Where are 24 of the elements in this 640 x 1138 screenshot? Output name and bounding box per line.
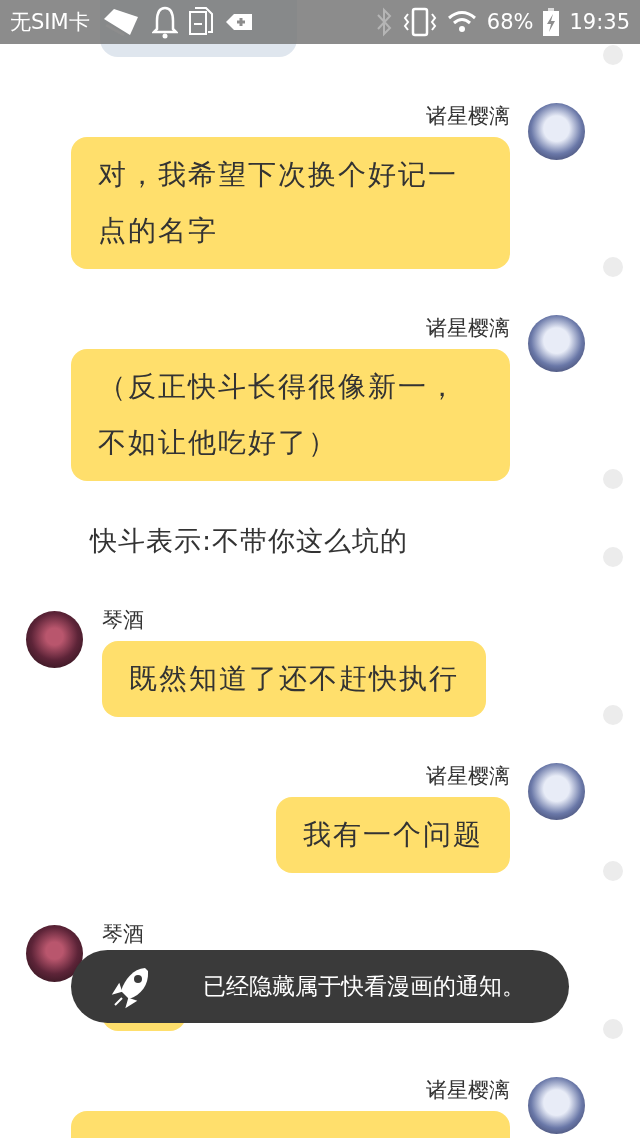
avatar-image[interactable] (26, 925, 83, 982)
document-icon (187, 6, 214, 38)
wifi-icon (446, 10, 477, 34)
sender-name: 诸星樱漓 (426, 1077, 510, 1103)
sender-name: 诸星樱漓 (426, 315, 510, 341)
sender-name: 诸星樱漓 (426, 763, 510, 789)
vibrate-icon (402, 7, 437, 37)
timeline-dot (602, 45, 623, 65)
sender-name: 琴酒 (102, 921, 145, 947)
bluetooth-icon (374, 7, 393, 37)
message-bubble: 既然知道了还不赶快执行 (102, 641, 486, 717)
message-bubble: 我有一个问题 (276, 797, 510, 873)
sender-name: 诸星樱漓 (426, 103, 510, 129)
clock-time: 19:35 (569, 10, 630, 34)
avatar-image[interactable] (26, 611, 83, 668)
carrier-text: 无SIM卡 (10, 9, 90, 36)
narration-text: 快斗表示:不带你这么坑的 (88, 524, 410, 558)
battery-percent: 68% (486, 10, 534, 34)
battery-charging-icon (543, 8, 560, 36)
message-bubble: （反正快斗长得很像新一，不如让他吃好了） (71, 349, 510, 481)
bell-icon (151, 5, 178, 39)
sender-name: 琴酒 (102, 607, 145, 633)
toast-text: 已经隐藏属于快看漫画的通知。 (203, 972, 525, 1001)
message-bubble: 对，我希望下次换个好记一点的名字 (71, 137, 510, 269)
